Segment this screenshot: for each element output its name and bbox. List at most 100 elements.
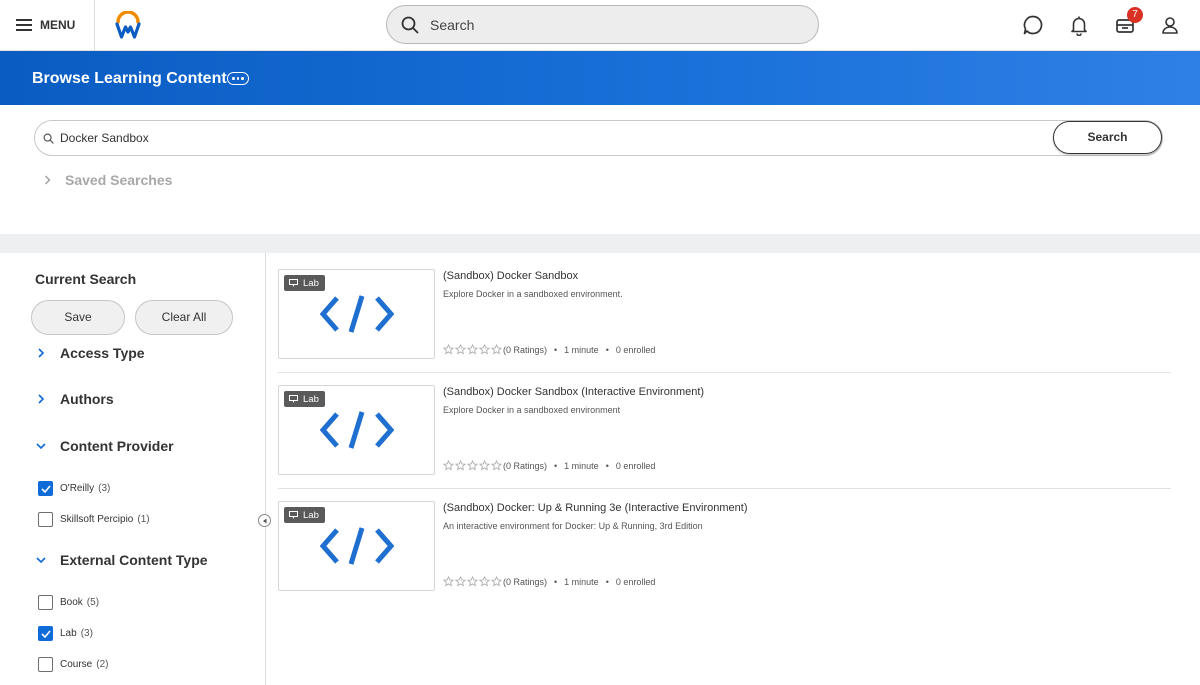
checkbox-checked[interactable]	[38, 481, 53, 496]
filter-option-skillsoft[interactable]: Skillsoft Percipio (1)	[38, 512, 150, 527]
result-thumbnail[interactable]: Lab	[278, 269, 435, 359]
caret-left-icon	[262, 518, 266, 523]
user-icon[interactable]	[1159, 14, 1181, 36]
facet-label: External Content Type	[60, 552, 208, 568]
result-meta: (0 Ratings) • 1 minute • 0 enrolled	[443, 576, 655, 587]
option-label: Book	[60, 597, 83, 608]
checkbox-checked[interactable]	[38, 626, 53, 641]
lab-tag: Lab	[284, 391, 325, 407]
star-icon	[443, 460, 454, 471]
save-button[interactable]: Save	[31, 300, 125, 335]
star-icon	[455, 460, 466, 471]
star-icon	[467, 576, 478, 587]
checkbox[interactable]	[38, 595, 53, 610]
collapse-sidebar-button[interactable]	[258, 514, 271, 527]
chevron-right-icon	[38, 348, 45, 358]
facet-label: Content Provider	[60, 438, 174, 454]
hamburger-icon	[16, 19, 32, 31]
checkmark-icon	[40, 484, 51, 493]
result-description: Explore Docker in a sandboxed environmen…	[443, 405, 621, 415]
checkmark-icon	[40, 629, 51, 638]
facet-sidebar: Current Search Save Clear All Access Typ…	[0, 253, 271, 685]
ratings-count: (0 Ratings)	[503, 460, 548, 471]
result-card: Lab (Sandbox) Docker Sandbox (Interactiv…	[278, 385, 1171, 501]
duration: 1 minute	[564, 576, 599, 587]
saved-searches-toggle[interactable]: Saved Searches	[44, 172, 172, 188]
result-thumbnail[interactable]: Lab	[278, 501, 435, 591]
inbox-count-badge: 7	[1127, 7, 1143, 23]
facet-label: Authors	[60, 391, 114, 407]
star-icon	[443, 344, 454, 355]
facet-authors[interactable]: Authors	[36, 391, 114, 407]
star-icon	[491, 344, 502, 355]
code-brackets-icon	[320, 295, 394, 333]
option-label: O'Reilly	[60, 483, 95, 494]
result-thumbnail[interactable]: Lab	[278, 385, 435, 475]
lab-screen-icon	[289, 511, 298, 519]
content-search-field[interactable]	[34, 120, 1163, 156]
chevron-down-icon	[36, 557, 46, 564]
separator-dot: •	[554, 344, 558, 355]
option-label: Lab	[60, 628, 77, 639]
result-title-link[interactable]: (Sandbox) Docker Sandbox	[443, 270, 578, 282]
facet-external-content-type[interactable]: External Content Type	[36, 552, 208, 568]
current-search-heading: Current Search	[35, 271, 137, 287]
filter-option-book[interactable]: Book (5)	[38, 595, 99, 610]
chevron-right-icon	[38, 394, 45, 404]
global-search-input[interactable]	[430, 16, 790, 33]
ratings-count: (0 Ratings)	[503, 344, 548, 355]
facet-content-provider[interactable]: Content Provider	[36, 438, 174, 454]
result-divider	[278, 488, 1171, 489]
related-actions-icon[interactable]	[227, 72, 249, 85]
facet-access-type[interactable]: Access Type	[36, 345, 145, 361]
lab-screen-icon	[289, 279, 298, 287]
star-rating	[443, 460, 502, 471]
result-title-link[interactable]: (Sandbox) Docker Sandbox (Interactive En…	[443, 386, 704, 398]
workday-logo[interactable]	[113, 11, 143, 39]
enrolled-count: 0 enrolled	[615, 576, 656, 587]
filter-option-course[interactable]: Course (2)	[38, 657, 108, 672]
content-search-input[interactable]	[60, 131, 1040, 145]
result-description: An interactive environment for Docker: U…	[443, 521, 703, 531]
menu-button[interactable]: MENU	[16, 14, 75, 36]
enrolled-count: 0 enrolled	[615, 344, 656, 355]
search-icon	[401, 16, 419, 33]
chevron-down-icon	[36, 443, 46, 450]
star-icon	[479, 344, 490, 355]
separator-dot: •	[554, 576, 558, 587]
result-description: Explore Docker in a sandboxed environmen…	[443, 289, 623, 299]
option-count: (2)	[96, 659, 109, 670]
page-header: Browse Learning Content	[0, 51, 1200, 105]
duration: 1 minute	[564, 344, 599, 355]
lab-tag-label: Lab	[303, 393, 319, 405]
enrolled-count: 0 enrolled	[615, 460, 656, 471]
result-title-link[interactable]: (Sandbox) Docker: Up & Running 3e (Inter…	[443, 502, 747, 514]
duration: 1 minute	[564, 460, 599, 471]
option-count: (1)	[137, 514, 150, 525]
code-brackets-icon	[320, 527, 394, 565]
checkbox[interactable]	[38, 512, 53, 527]
result-meta: (0 Ratings) • 1 minute • 0 enrolled	[443, 460, 655, 471]
separator-dot: •	[605, 460, 609, 471]
saved-searches-label: Saved Searches	[65, 172, 173, 188]
star-icon	[491, 576, 502, 587]
clear-all-button[interactable]: Clear All	[135, 300, 233, 335]
star-icon	[479, 460, 490, 471]
chat-icon[interactable]	[1022, 14, 1044, 36]
option-count: (3)	[80, 628, 93, 639]
bell-icon[interactable]	[1068, 14, 1090, 36]
global-search-field[interactable]	[386, 5, 819, 44]
star-icon	[467, 344, 478, 355]
lab-tag: Lab	[284, 507, 325, 523]
filter-option-lab[interactable]: Lab (3)	[38, 626, 93, 641]
lab-tag: Lab	[284, 275, 325, 291]
option-count: (3)	[98, 483, 111, 494]
option-label: Course	[60, 659, 93, 670]
checkbox[interactable]	[38, 657, 53, 672]
result-card: Lab (Sandbox) Docker: Up & Running 3e (I…	[278, 501, 1171, 617]
search-button[interactable]: Search	[1053, 121, 1162, 154]
filter-option-oreilly[interactable]: O'Reilly (3)	[38, 481, 110, 496]
separator-dot: •	[605, 576, 609, 587]
chevron-right-icon	[45, 175, 51, 185]
star-icon	[491, 460, 502, 471]
